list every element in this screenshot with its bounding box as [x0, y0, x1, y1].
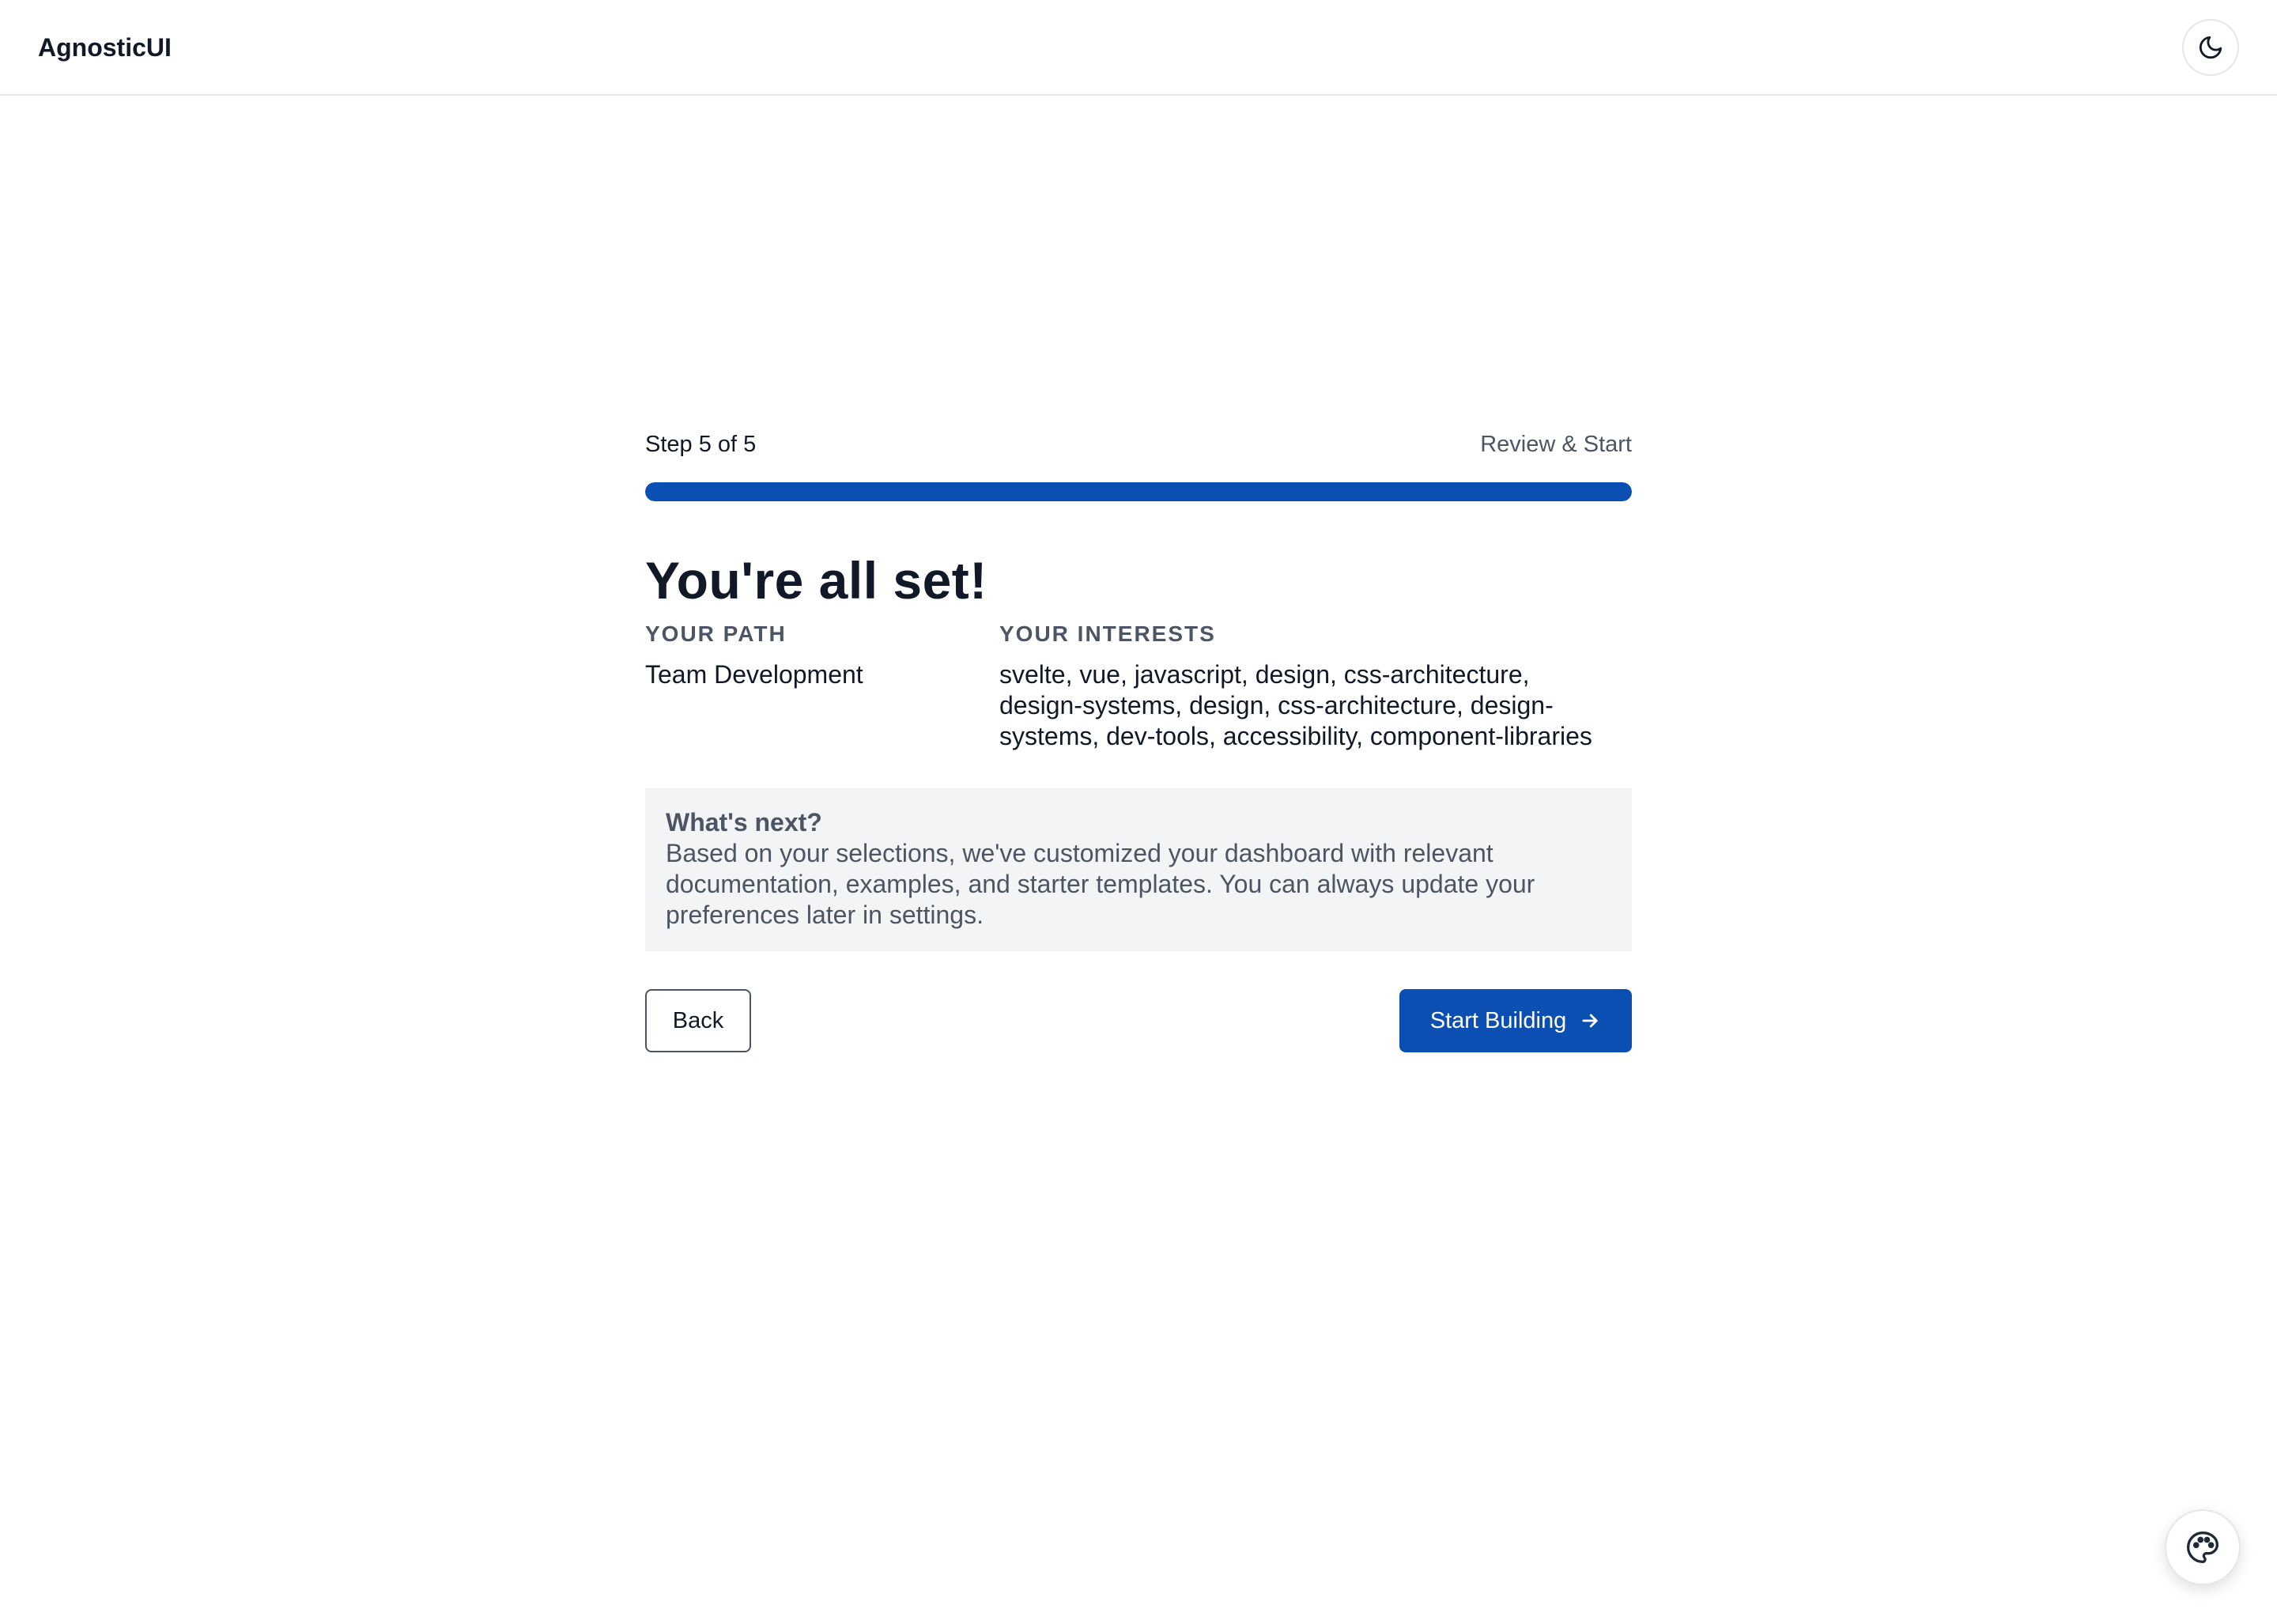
moon-icon	[2199, 36, 2222, 59]
arrow-right-icon	[1582, 1014, 1598, 1028]
back-button[interactable]: Back	[645, 989, 751, 1052]
interests-label: YOUR INTERESTS	[999, 621, 1216, 646]
palette-icon	[2187, 1531, 2218, 1563]
onboarding-wizard: Step 5 of 5 Review & Start You're all se…	[645, 427, 1632, 1052]
step-name: Review & Start	[1480, 431, 1632, 457]
top-bar: AgnosticUI	[0, 0, 2277, 96]
whats-next-body: Based on your selections, we've customiz…	[666, 839, 1535, 929]
whats-next-title: What's next?	[666, 808, 822, 837]
selection-summary: YOUR PATH Team Development YOUR INTEREST…	[645, 618, 1632, 752]
progress-bar-fill	[645, 482, 1632, 501]
progress-bar	[645, 482, 1632, 501]
start-building-label: Start Building	[1429, 1007, 1567, 1033]
path-column: YOUR PATH Team Development	[645, 618, 999, 752]
path-label: YOUR PATH	[645, 621, 787, 646]
interests-column: YOUR INTERESTS svelte, vue, javascript, …	[999, 618, 1632, 752]
back-button-label: Back	[672, 1007, 724, 1033]
theme-toggle-button[interactable]	[2182, 19, 2239, 76]
whats-next-panel: What's next? Based on your selections, w…	[645, 788, 1632, 951]
path-value: Team Development	[645, 660, 863, 689]
step-count: Step 5 of 5	[645, 431, 757, 457]
start-building-button[interactable]: Start Building	[1399, 989, 1632, 1052]
wizard-actions: Back Start Building	[645, 989, 1632, 1052]
page-title: You're all set!	[645, 551, 987, 610]
theme-picker-button[interactable]	[2165, 1509, 2241, 1585]
interests-value: svelte, vue, javascript, design, css-arc…	[999, 660, 1592, 750]
step-indicator: Step 5 of 5 Review & Start	[645, 427, 1632, 462]
brand-logo[interactable]: AgnosticUI	[38, 30, 172, 65]
